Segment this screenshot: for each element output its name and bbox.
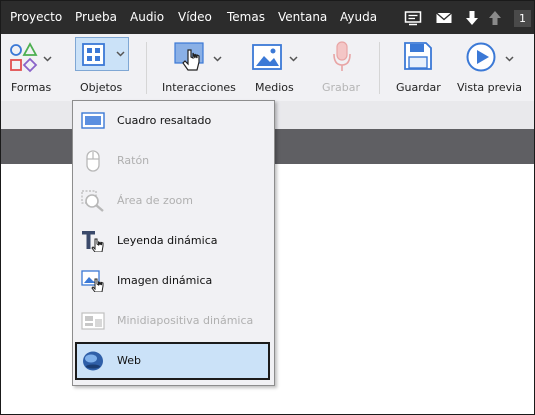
menu-item-raton[interactable]: Ratón	[75, 142, 270, 180]
objetos-dropdown-menu: Cuadro resaltado Ratón Área de zoom Leye…	[72, 100, 275, 386]
grabar-button[interactable]: Grabar	[317, 34, 367, 101]
menu-ayuda[interactable]: Ayuda	[340, 1, 377, 34]
menu-item-imagen-dinamica[interactable]: Imagen dinámica	[75, 262, 270, 300]
shapes-icon	[10, 42, 38, 73]
interaction-hand-icon	[174, 42, 204, 71]
menu-item-label: Ratón	[117, 154, 150, 167]
download-arrow-icon[interactable]	[463, 9, 481, 27]
interacciones-label: Interacciones	[162, 81, 236, 94]
menu-audio[interactable]: Audio	[130, 1, 164, 34]
menu-video[interactable]: Vídeo	[178, 1, 212, 34]
web-globe-icon	[83, 351, 103, 371]
guardar-button[interactable]: Guardar	[391, 34, 445, 101]
medios-button[interactable]: Medios	[247, 34, 303, 101]
menu-item-label: Leyenda dinámica	[117, 234, 218, 247]
ribbon-separator	[379, 42, 380, 94]
menu-item-minidiapositiva-dinamica[interactable]: Minidiapositiva dinámica	[75, 302, 270, 340]
menu-item-label: Área de zoom	[117, 194, 194, 207]
medios-label: Medios	[255, 81, 294, 94]
menu-bar: Proyecto Prueba Audio Vídeo Temas Ventan…	[1, 1, 534, 34]
menu-item-web[interactable]: Web	[75, 342, 270, 380]
chevron-down-icon	[43, 56, 52, 62]
formas-label: Formas	[11, 81, 52, 94]
media-image-icon	[252, 44, 282, 70]
notification-badge[interactable]: 1	[514, 10, 531, 27]
rollover-image-icon	[81, 270, 104, 292]
formas-button[interactable]: Formas	[3, 34, 59, 101]
menu-ventana[interactable]: Ventana	[278, 1, 327, 34]
rollover-slidelet-icon	[81, 312, 105, 330]
objetos-label: Objetos	[80, 81, 123, 94]
objects-grid-icon	[82, 43, 105, 66]
menu-item-label: Imagen dinámica	[117, 274, 213, 287]
vista-previa-button[interactable]: Vista previa	[453, 34, 531, 101]
ribbon-separator	[146, 42, 147, 94]
menu-item-area-de-zoom[interactable]: Área de zoom	[75, 182, 270, 220]
comments-icon[interactable]	[404, 9, 422, 27]
menu-item-leyenda-dinamica[interactable]: Leyenda dinámica	[75, 222, 270, 260]
mouse-icon	[86, 150, 100, 172]
ribbon-toolbar: Formas Objetos Interacciones Medios Grab…	[1, 34, 534, 101]
grabar-label: Grabar	[322, 81, 361, 94]
menu-item-label: Web	[117, 354, 141, 367]
menu-proyecto[interactable]: Proyecto	[10, 1, 62, 34]
guardar-label: Guardar	[396, 81, 441, 94]
vista-previa-label: Vista previa	[457, 81, 522, 94]
save-floppy-icon	[404, 42, 432, 70]
app-window: Proyecto Prueba Audio Vídeo Temas Ventan…	[0, 0, 535, 415]
highlight-box-icon	[81, 112, 105, 129]
menu-item-cuadro-resaltado[interactable]: Cuadro resaltado	[75, 102, 270, 140]
menu-item-label: Cuadro resaltado	[117, 114, 212, 127]
menu-prueba[interactable]: Prueba	[75, 1, 117, 34]
zoom-area-icon	[81, 190, 104, 212]
chevron-down-icon	[505, 56, 514, 62]
menu-item-label: Minidiapositiva dinámica	[117, 314, 254, 327]
chevron-down-icon	[116, 51, 125, 57]
interacciones-button[interactable]: Interacciones	[159, 34, 236, 101]
play-preview-icon	[466, 42, 496, 72]
objetos-button[interactable]	[75, 37, 129, 71]
upload-arrow-icon[interactable]	[486, 9, 504, 27]
menu-temas[interactable]: Temas	[227, 1, 265, 34]
mail-icon[interactable]	[435, 9, 453, 27]
rollover-caption-icon	[82, 231, 104, 252]
chevron-down-icon	[213, 56, 222, 62]
chevron-down-icon	[289, 56, 298, 62]
microphone-icon	[333, 41, 351, 71]
